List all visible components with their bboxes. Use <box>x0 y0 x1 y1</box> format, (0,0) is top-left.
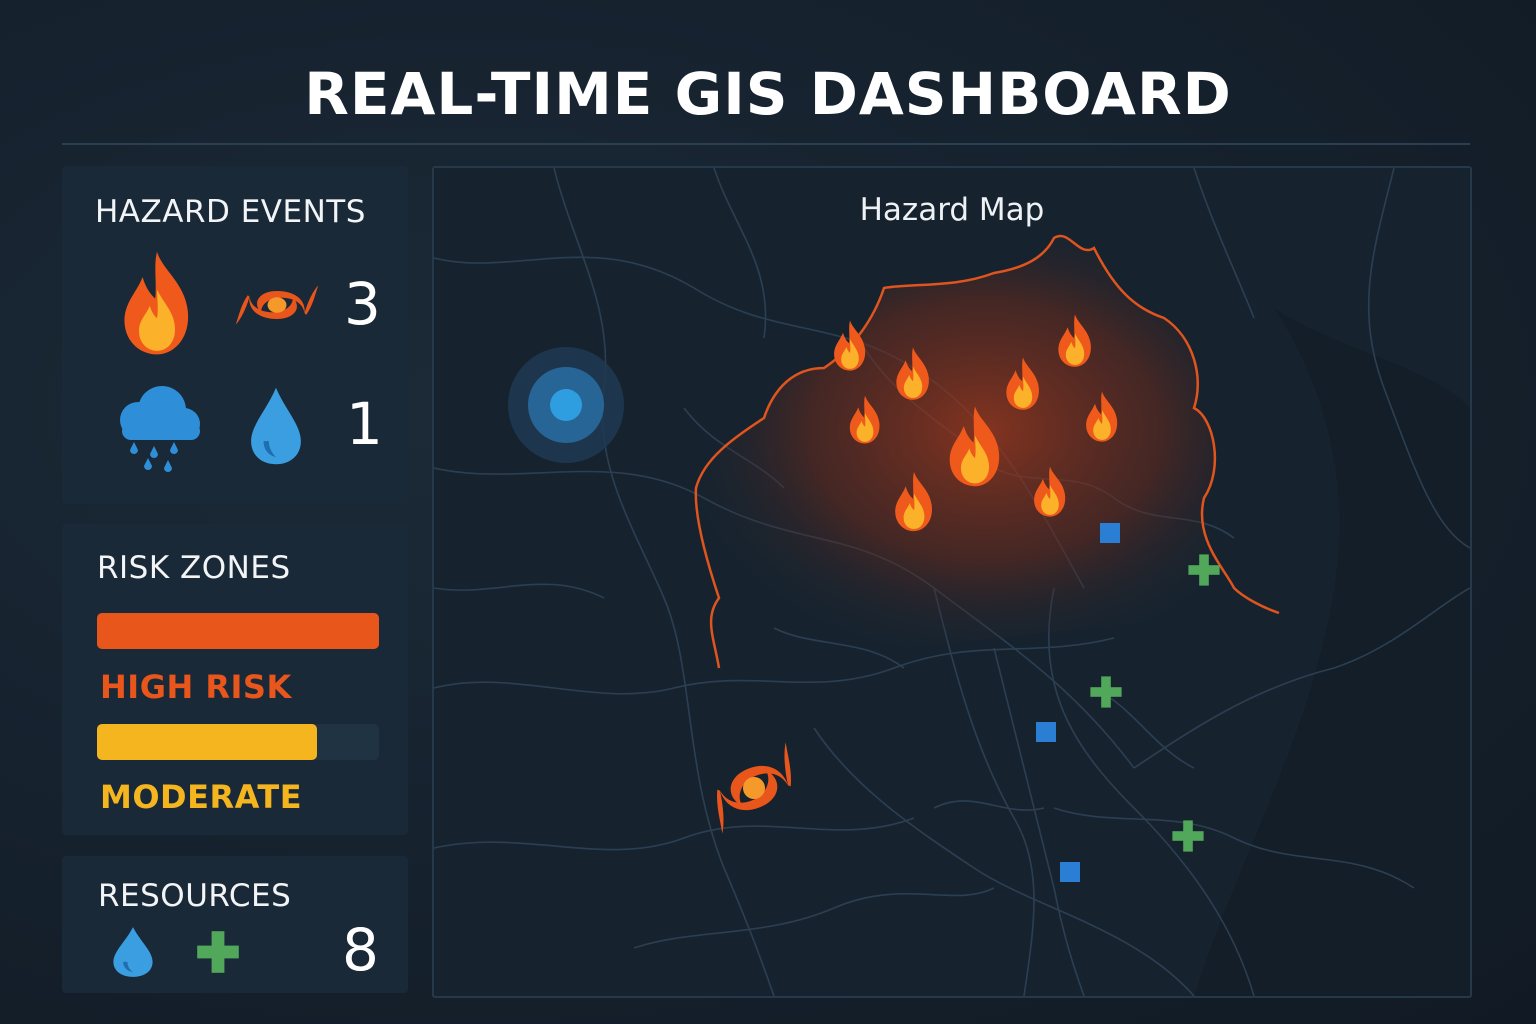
hazard-count-fire: 3 <box>344 270 381 338</box>
dashboard-title: REAL-TIME GIS DASHBOARD <box>304 60 1232 128</box>
high-risk-bar <box>97 613 379 649</box>
resource-square-icon[interactable] <box>1036 722 1056 742</box>
hazard-events-panel: HAZARD EVENTS 3 1 <box>62 166 408 504</box>
terrain-shade <box>1194 308 1470 996</box>
hazard-events-title: HAZARD EVENTS <box>95 194 366 230</box>
header-divider <box>62 143 1470 145</box>
resource-square-icon[interactable] <box>1060 862 1080 882</box>
hazard-map[interactable]: Hazard Map <box>432 166 1472 998</box>
hazard-count-water: 1 <box>346 390 383 458</box>
risk-zones-title: RISK ZONES <box>97 550 291 586</box>
rain-cloud-icon[interactable] <box>108 384 208 472</box>
moderate-risk-bar-fill <box>97 724 317 760</box>
moderate-risk-bar <box>97 724 379 760</box>
fire-icon[interactable] <box>834 320 866 371</box>
high-risk-label: HIGH RISK <box>100 668 292 706</box>
resources-panel: RESOURCES 8 <box>62 856 408 993</box>
risk-zones-panel: RISK ZONES HIGH RISK MODERATE <box>62 524 408 835</box>
moderate-risk-label: MODERATE <box>100 778 303 816</box>
fire-icon[interactable] <box>112 250 202 358</box>
water-drop-icon[interactable] <box>112 926 154 978</box>
map-canvas[interactable] <box>434 168 1470 996</box>
resources-count: 8 <box>342 916 379 984</box>
medical-cross-icon[interactable] <box>194 928 242 976</box>
high-risk-bar-fill <box>97 613 379 649</box>
hurricane-icon[interactable] <box>234 270 320 340</box>
resources-title: RESOURCES <box>98 878 292 914</box>
resource-square-icon[interactable] <box>1100 523 1120 543</box>
hurricane-icon[interactable] <box>698 742 810 834</box>
flood-target-icon[interactable] <box>508 347 624 463</box>
water-drop-icon[interactable] <box>246 386 306 466</box>
map-title: Hazard Map <box>859 192 1045 228</box>
